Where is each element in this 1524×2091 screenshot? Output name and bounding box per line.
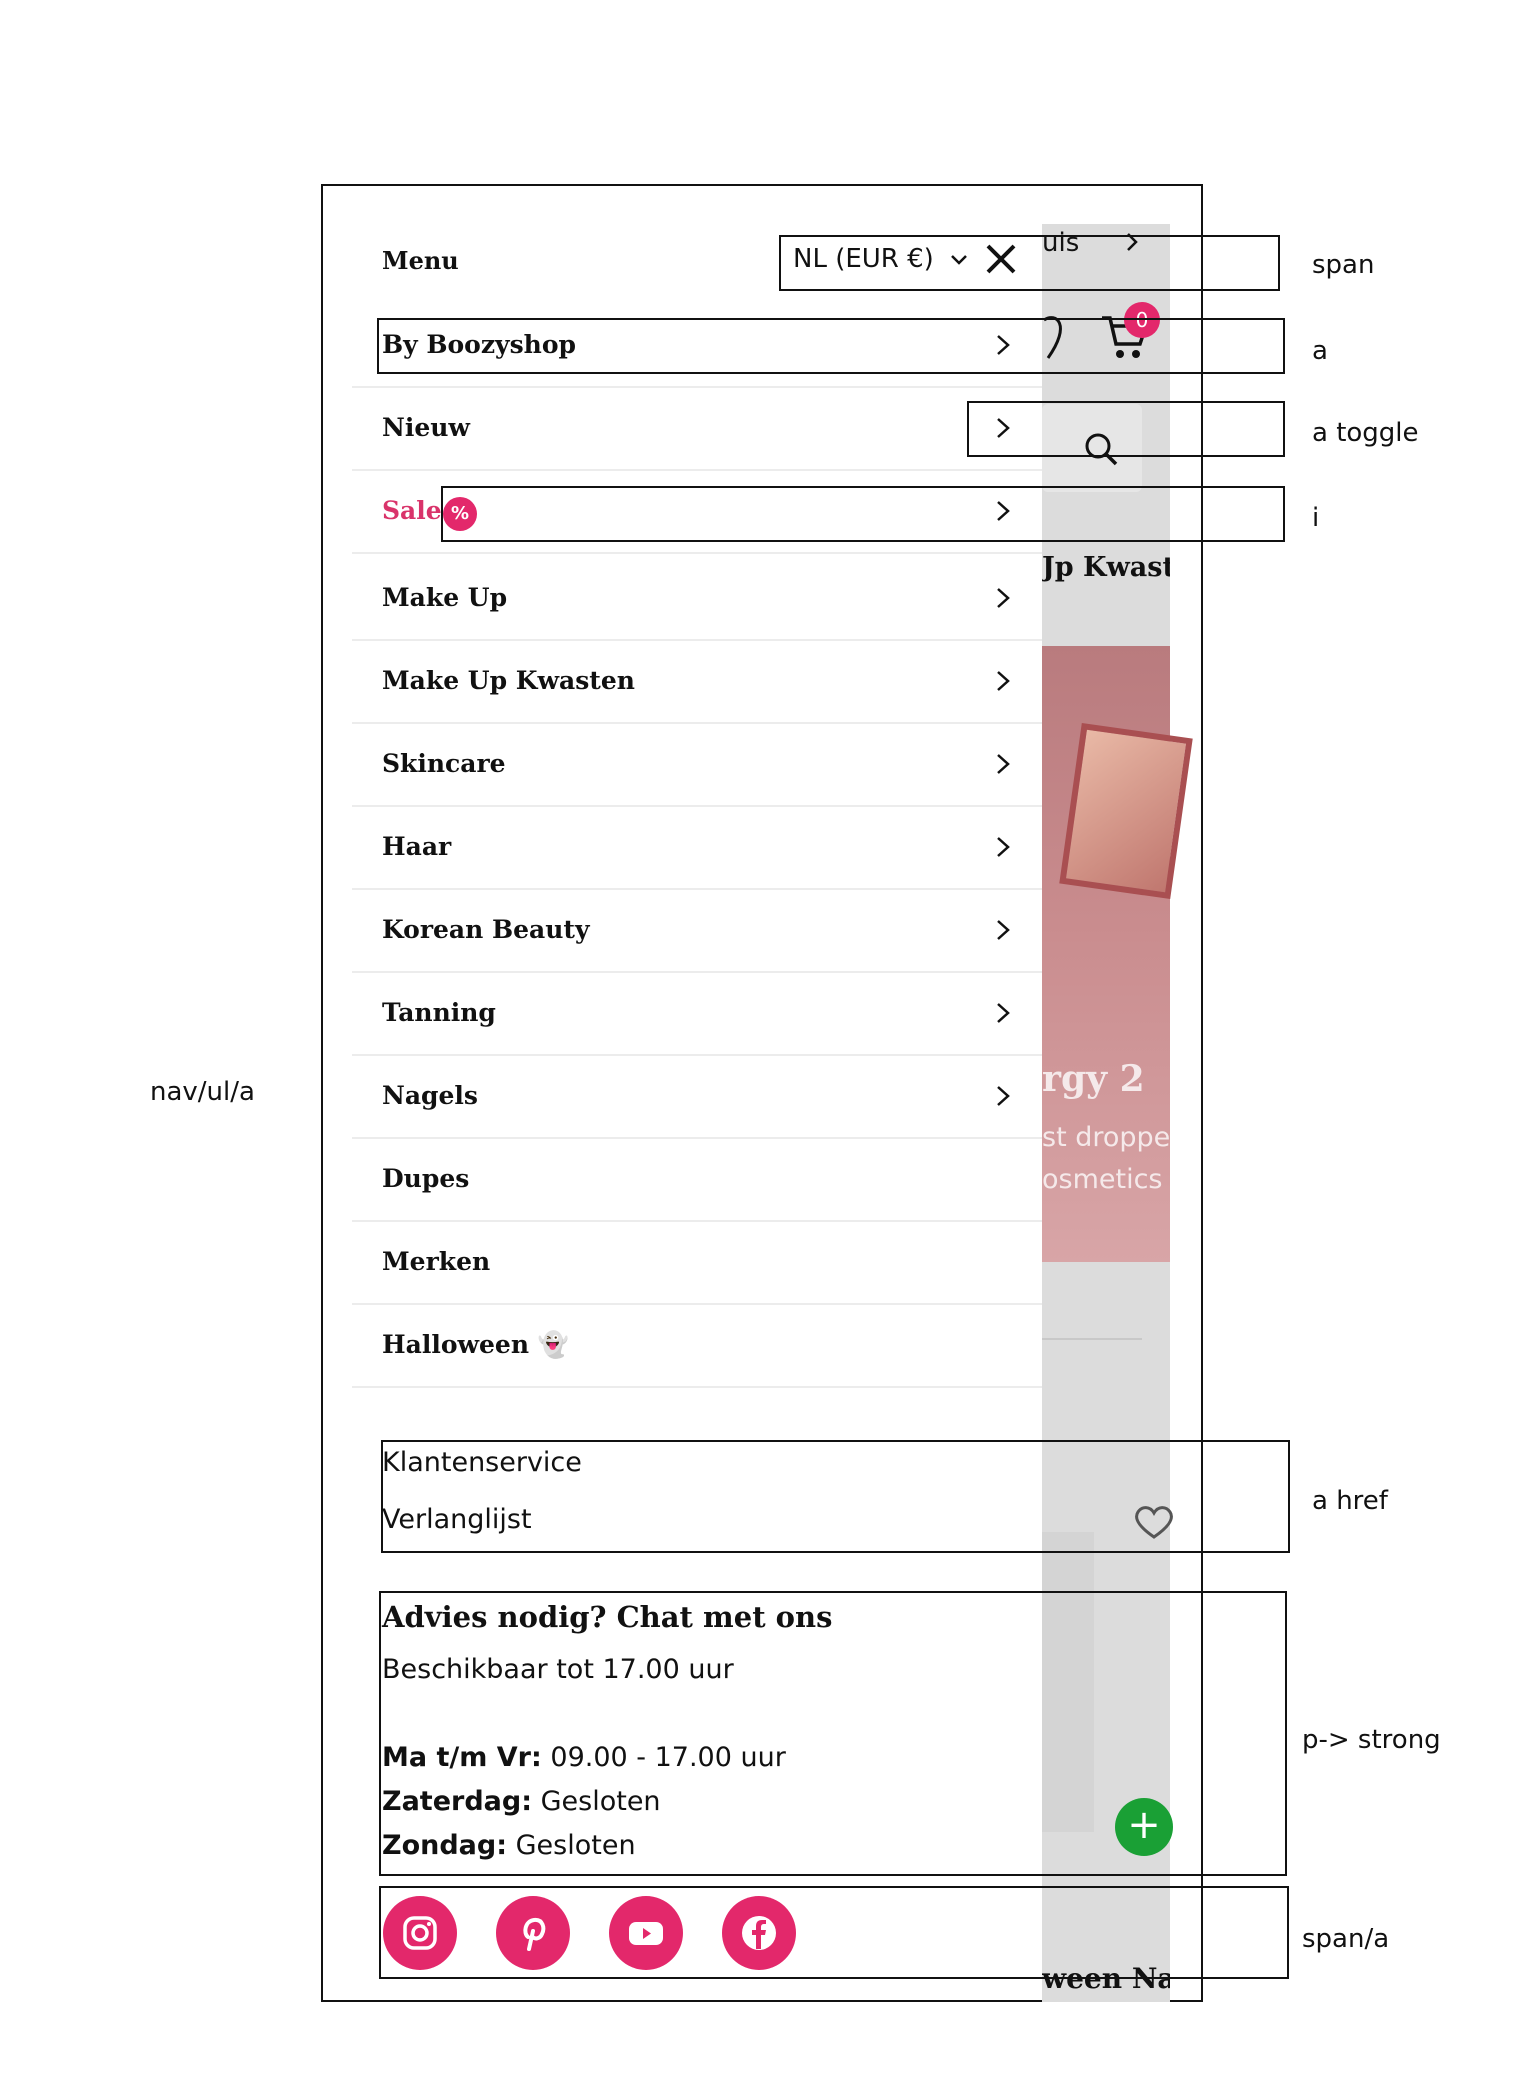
hours-weekdays: Ma t/m Vr: 09.00 - 17.00 uur [382, 1742, 786, 1773]
link-klantenservice[interactable]: Klantenservice [382, 1447, 582, 1478]
help-subtitle: Beschikbaar tot 17.00 uur [382, 1654, 734, 1685]
facebook-link[interactable] [722, 1896, 796, 1970]
help-title: Advies nodig? Chat met ons [382, 1600, 833, 1634]
nav-item-nagels[interactable]: Nagels [352, 1057, 1042, 1139]
nav-item-dupes[interactable]: Dupes [352, 1140, 1042, 1222]
hours-day: Zondag: [382, 1830, 508, 1861]
youtube-link[interactable] [609, 1896, 683, 1970]
nav-item-halloween[interactable]: Halloween 👻 [352, 1306, 1042, 1388]
currency-selector[interactable]: NL (EUR €) [793, 244, 968, 274]
hours-day: Zaterdag: [382, 1786, 533, 1817]
nav-item-nieuw[interactable]: Nieuw [352, 389, 1042, 471]
hours-time: Gesloten [515, 1830, 636, 1861]
youtube-icon [629, 1922, 663, 1945]
hours-sunday: Zondag: Gesloten [382, 1830, 636, 1861]
chevron-right-icon [997, 1003, 1010, 1023]
annotation-box-i [441, 486, 1285, 542]
annotation-label-a-href: a href [1312, 1486, 1388, 1516]
currency-value: NL (EUR €) [793, 244, 934, 274]
nav-item-merken[interactable]: Merken [352, 1223, 1042, 1305]
facebook-icon [742, 1916, 776, 1950]
bg-banner-title: rgy 2 [1042, 1058, 1145, 1100]
annotation-label-a-toggle: a toggle [1312, 418, 1419, 448]
chevron-right-icon [997, 671, 1010, 691]
bg-banner-line2: osmetics [1042, 1164, 1163, 1195]
chevron-right-icon [997, 588, 1010, 608]
chevron-right-icon [997, 837, 1010, 857]
annotation-label-a: a [1312, 336, 1328, 366]
nav-item-make-up-kwasten[interactable]: Make Up Kwasten [352, 642, 1042, 724]
nav-item-label: Skincare [382, 749, 506, 778]
annotation-label-p-strong: p-> strong [1302, 1725, 1441, 1755]
nav-item-korean-beauty[interactable]: Korean Beauty [352, 891, 1042, 973]
nav-item-haar[interactable]: Haar [352, 808, 1042, 890]
hours-time: 09.00 - 17.00 uur [550, 1742, 786, 1773]
annotation-label-span: span [1312, 250, 1375, 280]
link-verlanglijst[interactable]: Verlanglijst [382, 1504, 532, 1535]
annotation-box-a-toggle [967, 401, 1285, 457]
annotation-label-nav: nav/ul/a [150, 1077, 255, 1107]
annotation-label-i: i [1312, 503, 1320, 533]
nav-item-label: Tanning [382, 998, 496, 1027]
nav-item-label: Dupes [382, 1164, 470, 1193]
chevron-right-icon [997, 754, 1010, 774]
instagram-link[interactable] [383, 1896, 457, 1970]
instagram-icon [403, 1916, 437, 1950]
bg-palette-image [1059, 722, 1193, 900]
nav-item-label: Haar [382, 832, 452, 861]
bg-divider [1042, 1338, 1142, 1340]
hours-saturday: Zaterdag: Gesloten [382, 1786, 661, 1817]
nav-item-label: Make Up Kwasten [382, 666, 635, 695]
pinterest-link[interactable] [496, 1896, 570, 1970]
nav-item-label: Korean Beauty [382, 915, 590, 944]
hours-time: Gesloten [540, 1786, 661, 1817]
pinterest-icon [523, 1917, 546, 1951]
chevron-right-icon [997, 1086, 1010, 1106]
nav-item-tanning[interactable]: Tanning [352, 974, 1042, 1056]
nav-item-label: Sale [382, 496, 442, 525]
annotation-label-span-a: span/a [1302, 1924, 1390, 1954]
nav-item-make-up[interactable]: Make Up [352, 559, 1042, 641]
nav-item-skincare[interactable]: Skincare [352, 725, 1042, 807]
nav-item-label: Nieuw [382, 413, 470, 442]
annotation-box-a [377, 318, 1285, 374]
nav-item-label: Halloween 👻 [382, 1330, 569, 1359]
chevron-down-icon [951, 255, 967, 265]
nav-item-label: Make Up [382, 583, 508, 612]
nav-item-label: Merken [382, 1247, 491, 1276]
menu-title: Menu [382, 246, 459, 275]
close-icon[interactable] [984, 242, 1018, 276]
nav-item-label: Nagels [382, 1081, 479, 1110]
hours-day: Ma t/m Vr: [382, 1742, 542, 1773]
bg-banner-line1: st dropped [1042, 1122, 1170, 1153]
chevron-right-icon [997, 920, 1010, 940]
bg-heading: Jp Kwast [1042, 552, 1170, 583]
